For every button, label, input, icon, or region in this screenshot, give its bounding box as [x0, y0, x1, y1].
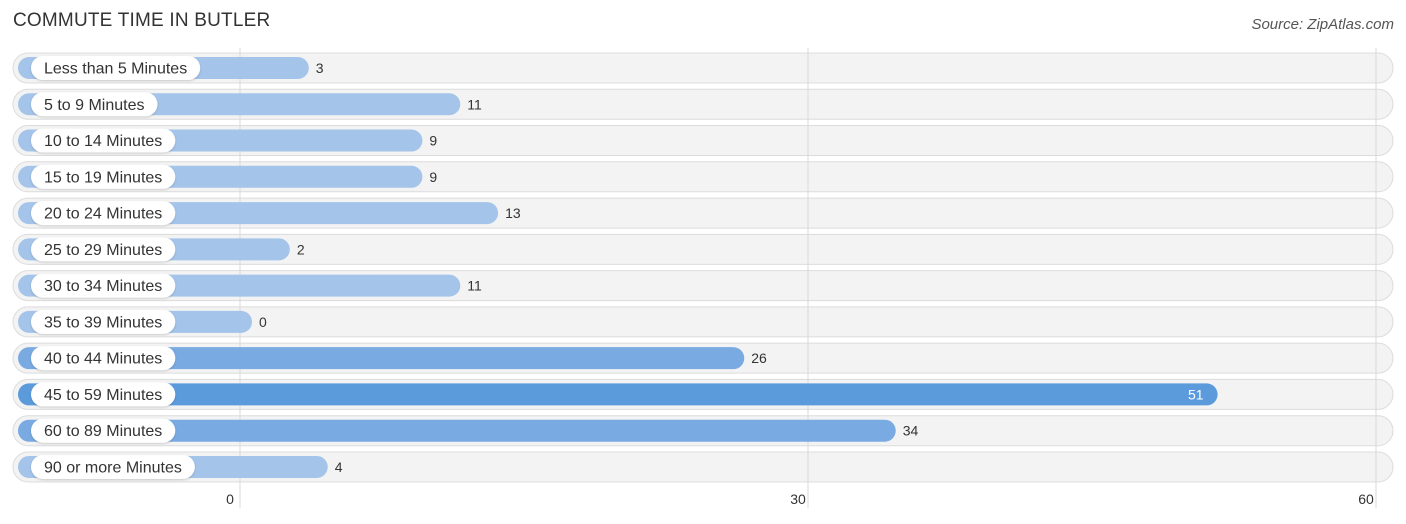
bar-group: 45 to 59 Minutes 51	[18, 382, 1218, 407]
bar-group: 25 to 29 Minutes 2	[18, 237, 305, 262]
x-tick-label: 0	[226, 491, 234, 507]
value-label: 3	[316, 60, 324, 76]
category-label: 30 to 34 Minutes	[44, 278, 162, 295]
bar-group: 40 to 44 Minutes 26	[18, 346, 767, 371]
bar-group: 35 to 39 Minutes 0	[18, 309, 267, 334]
category-label: 45 to 59 Minutes	[44, 387, 162, 404]
category-label: 15 to 19 Minutes	[44, 169, 162, 186]
value-label: 11	[467, 278, 482, 294]
value-label: 13	[505, 205, 521, 221]
category-label: 90 or more Minutes	[44, 459, 182, 476]
bar-group: 20 to 24 Minutes 13	[18, 201, 521, 226]
category-label: 40 to 44 Minutes	[44, 351, 162, 368]
bar-group: 30 to 34 Minutes 11	[18, 273, 482, 298]
bar-group: 10 to 14 Minutes 9	[18, 128, 437, 153]
value-label: 34	[903, 423, 919, 439]
bar-group: Less than 5 Minutes 3	[18, 56, 324, 80]
category-label: 60 to 89 Minutes	[44, 423, 162, 440]
category-label: 35 to 39 Minutes	[44, 314, 162, 331]
x-tick-label: 30	[790, 491, 806, 507]
bar-group: 5 to 9 Minutes 11	[18, 92, 482, 117]
category-label: 10 to 14 Minutes	[44, 133, 162, 150]
value-label: 4	[335, 459, 343, 475]
value-label: 11	[467, 96, 482, 112]
category-label: 5 to 9 Minutes	[44, 97, 145, 114]
value-label: 9	[429, 169, 437, 185]
bar-group: 60 to 89 Minutes 34	[18, 418, 919, 443]
x-tick-label: 60	[1358, 491, 1374, 507]
value-label: 51	[1188, 386, 1204, 402]
category-label: 20 to 24 Minutes	[44, 206, 162, 223]
value-label: 2	[297, 241, 305, 257]
bar-group: 15 to 19 Minutes 9	[18, 164, 437, 189]
value-label: 9	[429, 133, 437, 149]
bar-chart: Less than 5 Minutes 3 5 to 9 Minutes 11 10 t…	[12, 48, 1394, 508]
value-label: 0	[259, 314, 267, 330]
category-label: Less than 5 Minutes	[44, 61, 187, 78]
bar-group: 90 or more Minutes 4	[18, 454, 343, 479]
value-label: 26	[751, 350, 767, 366]
bar[interactable]	[18, 383, 1218, 406]
category-label: 25 to 29 Minutes	[44, 242, 162, 259]
